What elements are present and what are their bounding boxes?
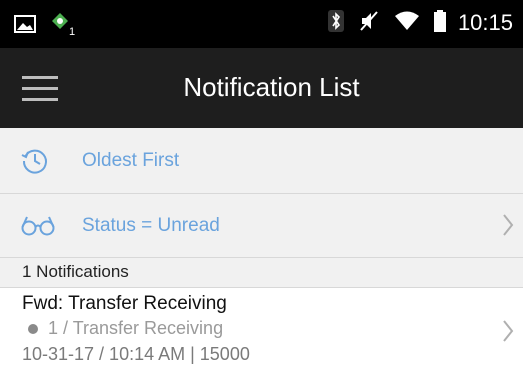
notification-subtitle: 1 / Transfer Receiving <box>28 318 223 339</box>
app-badge: 1 <box>69 26 75 37</box>
status-bar-right: 10:15 <box>314 9 513 37</box>
notification-title: Fwd: Transfer Receiving <box>22 293 227 314</box>
unread-dot-icon <box>28 323 38 334</box>
status-bar-left: 1 <box>14 11 80 38</box>
notification-count: 1 Notifications <box>0 258 523 288</box>
sort-order-row[interactable]: Oldest First <box>0 128 523 194</box>
filter-label: Status = Unread <box>82 215 220 236</box>
battery-icon <box>433 9 446 37</box>
notification-subtitle-text: 1 / Transfer Receiving <box>48 318 224 338</box>
history-icon <box>20 146 50 181</box>
app-notification-icon: 1 <box>50 11 80 38</box>
wifi-icon <box>394 10 420 37</box>
app-bar: Notification List <box>0 48 523 128</box>
mute-icon <box>358 10 380 37</box>
status-time: 10:15 <box>457 10 513 35</box>
status-bar: 1 10:15 <box>0 0 523 48</box>
image-icon <box>14 15 36 33</box>
list-item[interactable]: Fwd: Transfer Receiving 1 / Transfer Rec… <box>0 288 523 369</box>
chevron-right-icon <box>501 318 515 349</box>
chevron-right-icon <box>501 212 515 243</box>
glasses-icon <box>20 213 56 242</box>
bluetooth-icon <box>327 9 344 37</box>
notification-meta: 10-31-17 / 10:14 AM | 15000 <box>22 344 250 364</box>
page-title: Notification List <box>183 72 360 102</box>
sort-label: Oldest First <box>82 150 180 171</box>
status-filter-row[interactable]: Status = Unread <box>0 194 523 258</box>
